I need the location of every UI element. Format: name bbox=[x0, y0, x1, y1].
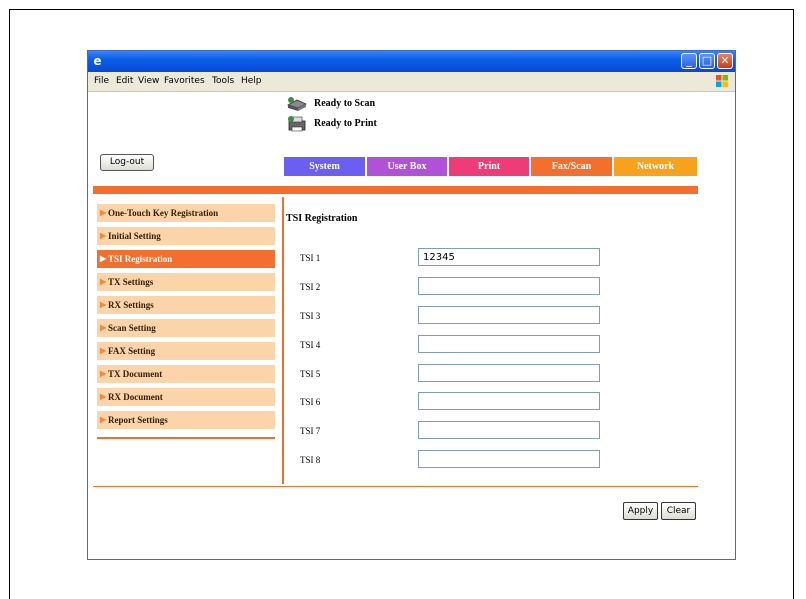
windows-logo-icon bbox=[716, 75, 728, 87]
sidebar-item-rx-document[interactable]: ▶ RX Document bbox=[97, 388, 275, 406]
tsi-2-input[interactable] bbox=[418, 277, 600, 295]
menu-edit[interactable]: Edit bbox=[116, 76, 133, 86]
menu-help[interactable]: Help bbox=[241, 76, 262, 86]
arrow-icon: ▶ bbox=[100, 369, 107, 378]
scanner-icon bbox=[286, 97, 307, 111]
sidebar-item-fax-setting[interactable]: ▶ FAX Setting bbox=[97, 342, 275, 360]
arrow-icon: ▶ bbox=[100, 208, 107, 217]
header-divider bbox=[93, 186, 698, 194]
tsi-3-input[interactable] bbox=[418, 306, 600, 324]
footer-divider bbox=[93, 486, 698, 487]
sidebar-item-one-touch-key-registration[interactable]: ▶ One-Touch Key Registration bbox=[97, 204, 275, 222]
tab-print[interactable]: Print bbox=[449, 157, 529, 176]
arrow-icon: ▶ bbox=[100, 323, 107, 332]
tsi-2-label: TSI 2 bbox=[300, 282, 321, 292]
tab-fax-scan[interactable]: Fax/Scan bbox=[531, 157, 612, 176]
tsi-5-input[interactable] bbox=[418, 364, 600, 382]
minimize-button[interactable]: _ bbox=[681, 53, 697, 69]
sidebar-item-initial-setting[interactable]: ▶ Initial Setting bbox=[97, 227, 275, 245]
menu-bar: File Edit View Favorites Tools Help bbox=[88, 72, 735, 92]
title-bar[interactable]: e _ □ ✕ bbox=[88, 51, 735, 72]
menu-tools[interactable]: Tools bbox=[212, 76, 234, 86]
tsi-4-input[interactable] bbox=[418, 335, 600, 353]
logout-button[interactable]: Log-out bbox=[100, 154, 154, 171]
tsi-5-label: TSI 5 bbox=[300, 369, 321, 379]
close-button[interactable]: ✕ bbox=[717, 53, 733, 69]
printer-icon bbox=[288, 116, 306, 132]
arrow-icon: ▶ bbox=[100, 346, 107, 355]
apply-button[interactable]: Apply bbox=[623, 502, 658, 520]
menu-file[interactable]: File bbox=[94, 76, 109, 86]
arrow-icon: ▶ bbox=[100, 231, 107, 240]
browser-window: e _ □ ✕ File Edit View Favorites Tools H… bbox=[87, 50, 736, 560]
tsi-6-input[interactable] bbox=[418, 392, 600, 410]
arrow-icon: ▶ bbox=[100, 254, 107, 263]
sidebar-item-tx-document[interactable]: ▶ TX Document bbox=[97, 365, 275, 383]
tsi-1-input[interactable] bbox=[418, 248, 600, 266]
maximize-button[interactable]: □ bbox=[699, 53, 715, 69]
tab-system[interactable]: System bbox=[284, 157, 365, 176]
menu-favorites[interactable]: Favorites bbox=[164, 76, 205, 86]
sidebar-divider bbox=[97, 437, 275, 439]
tab-network[interactable]: Network bbox=[614, 157, 697, 176]
tsi-8-label: TSI 8 bbox=[300, 455, 321, 465]
tsi-6-label: TSI 6 bbox=[300, 397, 321, 407]
sidebar-item-tsi-registration[interactable]: ▶ TSI Registration bbox=[97, 250, 275, 268]
arrow-icon: ▶ bbox=[100, 300, 107, 309]
tsi-8-input[interactable] bbox=[418, 450, 600, 468]
print-status-text: Ready to Print bbox=[314, 118, 377, 129]
tsi-1-label: TSI 1 bbox=[300, 253, 321, 263]
tsi-3-label: TSI 3 bbox=[300, 311, 321, 321]
scan-status-text: Ready to Scan bbox=[314, 98, 376, 109]
vertical-divider bbox=[282, 197, 284, 484]
arrow-icon: ▶ bbox=[100, 392, 107, 401]
sidebar-item-scan-setting[interactable]: ▶ Scan Setting bbox=[97, 319, 275, 337]
tsi-7-input[interactable] bbox=[418, 421, 600, 439]
clear-button[interactable]: Clear bbox=[661, 502, 696, 520]
sidebar-item-report-settings[interactable]: ▶ Report Settings bbox=[97, 411, 275, 429]
sidebar-item-rx-settings[interactable]: ▶ RX Settings bbox=[97, 296, 275, 314]
sidebar-item-tx-settings[interactable]: ▶ TX Settings bbox=[97, 273, 275, 291]
arrow-icon: ▶ bbox=[100, 415, 107, 424]
arrow-icon: ▶ bbox=[100, 277, 107, 286]
tsi-4-label: TSI 4 bbox=[300, 340, 321, 350]
tsi-7-label: TSI 7 bbox=[300, 426, 321, 436]
tab-user-box[interactable]: User Box bbox=[367, 157, 447, 176]
page-title: TSI Registration bbox=[286, 213, 358, 224]
menu-view[interactable]: View bbox=[138, 76, 159, 86]
browser-icon: e bbox=[93, 54, 102, 68]
